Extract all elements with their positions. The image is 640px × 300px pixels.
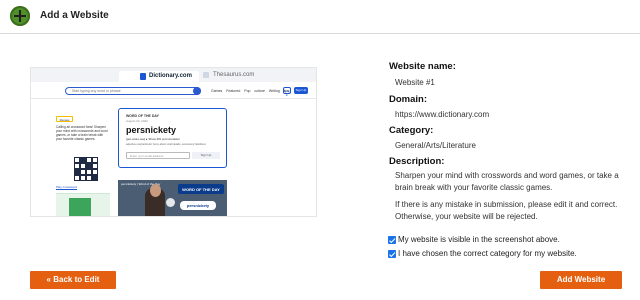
- wotd-date: August 24, 2022: [126, 119, 148, 123]
- preview-tab-thesaurus: Thesaurus.com: [203, 72, 254, 78]
- category-checkbox-label[interactable]: I have chosen the correct category for m…: [398, 249, 577, 258]
- visibility-checkbox[interactable]: [388, 236, 396, 244]
- website-name-label: Website name:: [389, 61, 456, 72]
- submission-notice: If there is any mistake in submission, p…: [395, 200, 618, 221]
- add-circle-icon: [10, 6, 30, 26]
- preview-play-link: Play Crossword: [56, 185, 78, 189]
- presenter-head: [150, 184, 161, 197]
- preview-nav-links: Games Featured Pop culture Writing tips: [211, 89, 290, 93]
- preview-search-icon: [193, 87, 201, 95]
- wotd-label: WORD OF THE DAY: [126, 114, 159, 118]
- description-label: Description:: [389, 156, 445, 167]
- crossword-grid-icon: [74, 157, 107, 181]
- video-word: persnickety: [180, 201, 216, 210]
- play-icon: [166, 198, 175, 207]
- wotd-email-field: Enter your email address: [126, 152, 190, 159]
- page-header: Add a Website: [0, 0, 640, 34]
- domain-label: Domain:: [389, 94, 427, 105]
- add-website-button[interactable]: Add Website: [540, 271, 622, 289]
- description-text: Sharpen your mind with crosswords and wo…: [395, 171, 619, 192]
- preview-review-badge: Review: [56, 116, 73, 122]
- category-value: General/Arts/Literature: [395, 141, 476, 150]
- preview-browser-tabs: Dictionary.com Thesaurus.com: [31, 68, 316, 82]
- preview-word-of-the-day-card: WORD OF THE DAY August 24, 2022 persnick…: [118, 108, 227, 168]
- wotd-pronunciation: [per-snik-i-tee] ▸ Show IPA pronunciatio…: [126, 137, 180, 141]
- game-tiles-icon: [69, 198, 91, 216]
- wotd-word: persnickety: [126, 125, 177, 135]
- website-screenshot-preview: Dictionary.com Thesaurus.com Start typin…: [30, 67, 317, 217]
- visibility-checkbox-label[interactable]: My website is visible in the screenshot …: [398, 235, 560, 244]
- preview-review-text: Calling all crossword fans! Sharpen your…: [56, 125, 108, 141]
- preview-tab-label: Dictionary.com: [149, 73, 192, 79]
- dictionary-logo-icon: [140, 73, 146, 80]
- preview-search-bar: Start typing any word or phrase: [65, 87, 201, 95]
- page-title: Add a Website: [40, 10, 109, 21]
- video-banner: WORD OF THE DAY: [178, 184, 224, 194]
- domain-value: https://www.dictionary.com: [395, 110, 490, 119]
- wotd-definition: adjective overparticular; fussy about sm…: [126, 143, 206, 146]
- website-name-value: Website #1: [395, 78, 435, 87]
- preview-login-button: Log in: [283, 87, 291, 97]
- preview-signup-button: Sign Up: [294, 87, 308, 94]
- preview-video-thumbnail: persnickety | Word of the Day WORD OF TH…: [118, 180, 227, 216]
- back-to-edit-button[interactable]: « Back to Edit: [30, 271, 116, 289]
- category-checkbox[interactable]: [388, 250, 396, 258]
- preview-navbar: Start typing any word or phrase Games Fe…: [31, 82, 316, 99]
- category-label: Category:: [389, 125, 434, 136]
- wotd-signup-button: Sign Up: [192, 152, 220, 159]
- preview-tab-dictionary: Dictionary.com: [119, 71, 199, 82]
- preview-game-card: [56, 193, 110, 216]
